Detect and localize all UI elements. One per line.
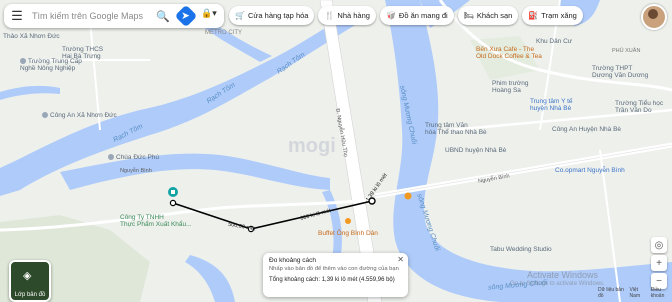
label-nguyen-binh-left: Nguyễn Bình xyxy=(120,168,152,174)
chua-duc-phu-text: Chùa Đức Phú xyxy=(116,154,160,161)
close-icon[interactable]: ✕ xyxy=(397,255,404,264)
label-truong-tieu-hoc: Trường Tiểu học Trần Văn Do xyxy=(615,100,664,114)
search-input[interactable] xyxy=(30,10,152,22)
footer-link[interactable]: Dữ liệu bản đồ xyxy=(598,287,626,299)
measure-total: Tổng khoảng cách: 1,39 ki lô mét (4.559,… xyxy=(269,277,395,283)
label-buffet: Buffet Ông Bình Dân xyxy=(318,230,378,237)
truong-tc-text: Trường Trung Cấp Nghề Nông Nghiệp xyxy=(20,58,82,72)
chip-label: Nhà hàng xyxy=(337,11,370,20)
label-metro-city: METRO CITY xyxy=(205,30,242,36)
buffet-marker-icon xyxy=(345,218,351,224)
label-cong-ty: Công Ty TNHH Thực Phẩm Xuất Khẩu... xyxy=(120,214,192,228)
label-coopmart: Co.opmart Nguyễn Bình xyxy=(555,167,625,174)
chip-gas[interactable]: ⛽ Trạm xăng xyxy=(522,6,583,25)
food-marker-icon xyxy=(404,192,412,200)
chip-grocery[interactable]: 🛒 Cửa hàng tạp hóa xyxy=(229,6,315,25)
label-truong-tc: Trường Trung Cấp Nghề Nông Nghiệp xyxy=(20,58,82,72)
cong-an-xa-text: Công An Xã Nhơn Đức xyxy=(50,112,117,119)
avatar[interactable] xyxy=(641,4,667,30)
measure-distance-card: Đo khoảng cách Nhấp vào bản đồ để thêm v… xyxy=(263,253,408,297)
chip-takeout[interactable]: 🥡 Đồ ăn mang đi xyxy=(379,6,454,25)
search-box[interactable]: ☰ 🔍 ➤ xyxy=(4,4,224,28)
label-chua-duc-phu: Chùa Đức Phú xyxy=(108,154,159,161)
menu-icon[interactable]: ☰ xyxy=(4,4,30,28)
label-phu-xuan: PHÚ XUÂN xyxy=(612,48,641,54)
label-phim-truong: Phim trường Hoàng Sa xyxy=(492,80,529,94)
search-icon[interactable]: 🔍 xyxy=(152,10,174,23)
label-thao-xa: Thảo Xã Nhơn Đức xyxy=(3,33,60,40)
label-khu-dan-cu: Khu Dân Cư xyxy=(536,38,573,45)
chip-hotel[interactable]: 🛏 Khách sạn xyxy=(457,6,519,25)
label-cong-an-huyen: Công An Huyện Nhà Bè xyxy=(552,126,622,133)
chip-label: Trạm xăng xyxy=(541,11,577,20)
layers-button[interactable]: ◈ Lớp bản đồ xyxy=(9,260,51,302)
measure-title: Đo khoảng cách xyxy=(269,257,316,264)
activate-windows-watermark: Activate Windows xyxy=(527,270,599,280)
cart-icon: 🛒 xyxy=(235,11,245,20)
label-ben-xua: Bến Xưa Cafe - The Old Dock Coffee & Tea xyxy=(476,46,542,60)
fork-knife-icon: 🍴 xyxy=(324,11,335,20)
footer-link[interactable]: Điều khoản xyxy=(651,287,672,299)
label-trung-tam-yte: Trung tâm Y tế huyện Nhà Bè xyxy=(530,98,573,112)
place-marker-icon[interactable] xyxy=(168,187,178,197)
measure-point xyxy=(169,199,177,207)
layers-label: Lớp bản đồ xyxy=(14,292,46,298)
lock-icon[interactable]: 🔒▾ xyxy=(201,8,217,19)
category-chips: 🛒 Cửa hàng tạp hóa 🍴 Nhà hàng 🥡 Đồ ăn mang … xyxy=(229,6,583,25)
label-trung-tam-van: Trung tâm Văn hóa Thể thao Nhà Bè xyxy=(425,122,487,136)
label-cong-an-xa: Công An Xã Nhơn Đức xyxy=(42,112,117,119)
my-location-icon[interactable]: ◎ xyxy=(651,237,667,253)
label-tabu: Tabu Wedding Studio xyxy=(490,246,552,253)
measure-hint: Nhấp vào bản đồ để thêm vào con đường củ… xyxy=(269,266,399,272)
label-truong-thpt: Trường THPT Dương Văn Dương xyxy=(592,65,649,79)
chip-restaurant[interactable]: 🍴 Nhà hàng xyxy=(318,6,376,25)
label-ubnd: UBND huyện Nhà Bè xyxy=(445,147,507,154)
layers-icon: ◈ xyxy=(23,270,32,282)
brand-watermark: mogi xyxy=(288,135,336,157)
directions-icon[interactable]: ➤ xyxy=(174,4,198,28)
takeout-icon: 🥡 xyxy=(385,11,396,20)
chip-label: Đồ ăn mang đi xyxy=(398,11,448,20)
gas-pump-icon: ⛽ xyxy=(528,11,539,20)
map-footer: Dữ liệu bản đồ Việt Nam Điều khoản xyxy=(598,287,672,299)
chip-label: Cửa hàng tạp hóa xyxy=(247,11,309,20)
bed-icon: 🛏 xyxy=(463,11,474,20)
zoom-in-button[interactable]: + xyxy=(651,255,667,271)
chip-label: Khách sạn xyxy=(476,11,513,20)
activate-windows-hint: Go to Settings to activate Windows. xyxy=(510,281,605,287)
footer-link[interactable]: Việt Nam xyxy=(630,287,647,299)
